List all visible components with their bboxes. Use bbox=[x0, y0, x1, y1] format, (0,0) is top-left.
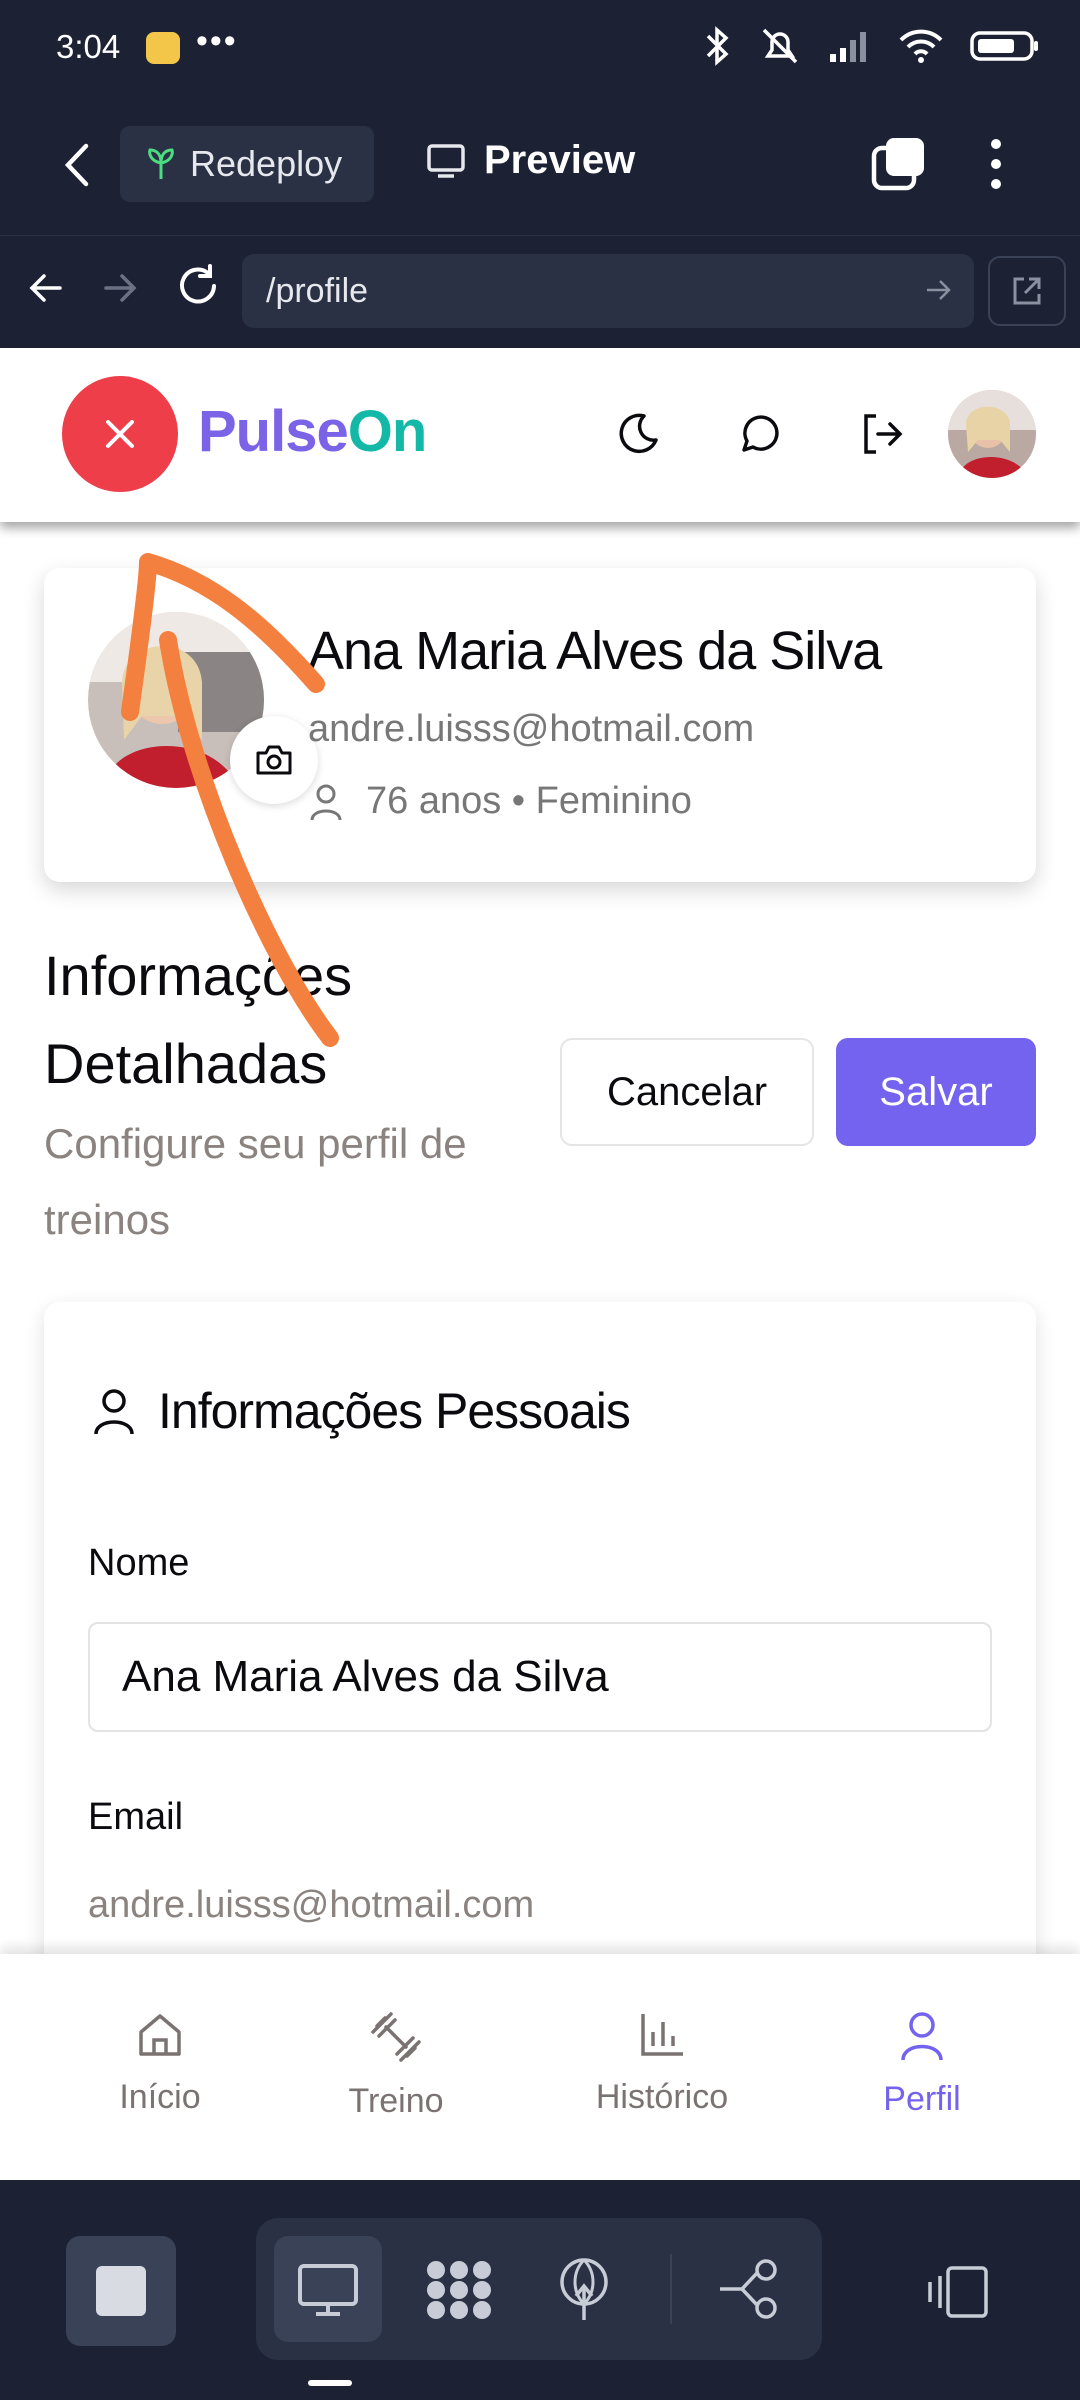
monitor-icon bbox=[427, 143, 465, 178]
system-toolbar bbox=[0, 2180, 1080, 2400]
tabs-icon[interactable] bbox=[870, 136, 928, 192]
preview-tab: Preview bbox=[426, 138, 635, 183]
status-time: 3:04 bbox=[56, 28, 121, 65]
nav-item-perfil[interactable]: Perfil bbox=[822, 2010, 1022, 2119]
profile-meta: 76 anos • Feminino bbox=[308, 780, 692, 823]
workflow-icon[interactable] bbox=[716, 2258, 782, 2320]
brand-name-part1: Pulse bbox=[198, 399, 349, 464]
email-value: andre.luisss@hotmail.com bbox=[88, 1884, 535, 1926]
dumbbell-icon bbox=[371, 2012, 421, 2062]
grid-pattern-icon[interactable] bbox=[424, 2256, 494, 2324]
toolbar-divider bbox=[670, 2254, 672, 2324]
back-arrow-icon[interactable] bbox=[56, 140, 100, 190]
url-text: /profile bbox=[266, 272, 369, 310]
redeploy-button[interactable]: Redeploy bbox=[120, 126, 374, 202]
wifi-icon bbox=[899, 29, 943, 63]
brand-name-part2: On bbox=[347, 399, 428, 464]
device-rotate-icon[interactable] bbox=[926, 2264, 990, 2320]
app-header: PulseOn bbox=[0, 348, 1080, 522]
bottom-navigation: Início Treino Histórico Perfil bbox=[0, 1954, 1080, 2180]
sprout-icon bbox=[148, 148, 174, 179]
view-mode-switcher bbox=[256, 2218, 822, 2360]
home-icon bbox=[139, 2014, 181, 2056]
nav-item-historico[interactable]: Histórico bbox=[562, 2010, 762, 2117]
more-vertical-icon[interactable] bbox=[982, 136, 1010, 192]
home-indicator bbox=[308, 2380, 352, 2386]
dark-mode-moon-icon[interactable] bbox=[614, 410, 662, 458]
bar-chart-icon bbox=[641, 2014, 683, 2056]
url-input[interactable]: /profile bbox=[242, 254, 974, 328]
save-button[interactable]: Salvar bbox=[836, 1038, 1036, 1146]
nav-label-treino: Treino bbox=[348, 2082, 444, 2120]
user-icon bbox=[94, 1389, 134, 1435]
battery-icon bbox=[970, 31, 1038, 61]
name-label: Nome bbox=[88, 1542, 190, 1584]
nav-item-inicio[interactable]: Início bbox=[60, 2010, 260, 2117]
profile-summary-card: Ana Maria Alves da Silva andre.luisss@ho… bbox=[44, 568, 1036, 882]
details-subtitle: Configure seu perfil de treinos bbox=[44, 1120, 467, 1243]
logout-icon[interactable] bbox=[858, 410, 906, 458]
status-icons bbox=[702, 26, 1040, 66]
redeploy-label: Redeploy bbox=[190, 143, 343, 184]
nav-back-icon[interactable] bbox=[26, 268, 66, 308]
header-avatar[interactable] bbox=[948, 390, 1036, 478]
personal-info-header: Informações Pessoais bbox=[92, 1382, 631, 1440]
personal-info-title: Informações Pessoais bbox=[158, 1383, 631, 1439]
stop-square-icon bbox=[96, 2266, 146, 2316]
close-icon bbox=[106, 420, 134, 448]
brand-logo[interactable]: PulseOn bbox=[198, 398, 428, 465]
muted-bell-icon bbox=[762, 28, 798, 64]
reload-icon[interactable] bbox=[176, 264, 220, 308]
url-bar: /profile bbox=[0, 236, 1080, 348]
stop-button[interactable] bbox=[66, 2236, 176, 2346]
cancel-button[interactable]: Cancelar bbox=[560, 1038, 814, 1146]
external-link-icon bbox=[1013, 277, 1041, 305]
change-photo-button[interactable] bbox=[230, 716, 318, 804]
close-menu-button[interactable] bbox=[62, 376, 178, 492]
camera-icon bbox=[256, 745, 292, 775]
nav-forward-icon[interactable] bbox=[100, 268, 140, 308]
user-icon bbox=[901, 2012, 943, 2061]
deploy-globe-icon[interactable] bbox=[556, 2256, 612, 2324]
nav-item-treino[interactable]: Treino bbox=[296, 2010, 496, 2121]
profile-age-gender: 76 anos • Feminino bbox=[366, 780, 692, 822]
details-title: Informações Detalhadas bbox=[44, 944, 353, 1095]
nav-label-historico: Histórico bbox=[595, 2078, 729, 2116]
bluetooth-icon bbox=[706, 26, 729, 66]
signal-icon bbox=[830, 32, 866, 62]
user-icon bbox=[310, 784, 342, 820]
preview-label: Preview bbox=[484, 138, 636, 182]
browser-app-bar: Redeploy Preview bbox=[0, 100, 1080, 236]
chat-icon[interactable] bbox=[736, 410, 784, 458]
name-field[interactable]: Ana Maria Alves da Silva bbox=[88, 1622, 992, 1732]
status-bar: 3:04 ••• bbox=[0, 0, 1080, 100]
go-arrow-icon[interactable] bbox=[924, 276, 952, 304]
open-external-button[interactable] bbox=[988, 256, 1066, 326]
personal-info-card: Informações Pessoais Nome Ana Maria Alve… bbox=[44, 1302, 1036, 2002]
email-label: Email bbox=[88, 1796, 184, 1838]
nav-label-inicio: Início bbox=[119, 2078, 201, 2116]
more-notifications-indicator: ••• bbox=[196, 22, 238, 60]
notes-notification-icon bbox=[146, 32, 180, 64]
nav-label-perfil: Perfil bbox=[883, 2080, 961, 2118]
profile-name: Ana Maria Alves da Silva bbox=[308, 621, 882, 681]
profile-email: andre.luisss@hotmail.com bbox=[308, 708, 755, 750]
desktop-view-icon[interactable] bbox=[296, 2262, 360, 2318]
